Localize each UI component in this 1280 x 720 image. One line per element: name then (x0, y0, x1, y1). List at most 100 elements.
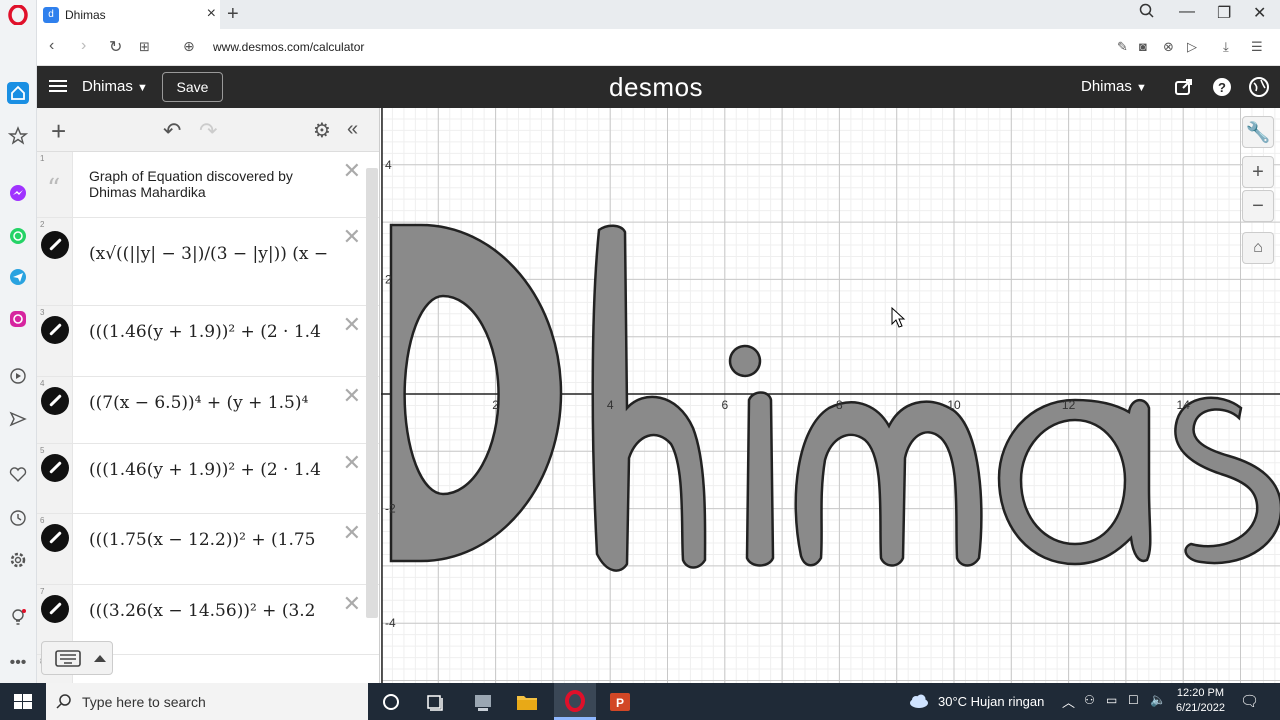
delete-expression-icon[interactable]: ✕ (343, 383, 361, 409)
expression-math[interactable]: (x√((||y| − 3|)/(3 − |y|)) (x − √(9 − y²… (89, 244, 332, 264)
home-icon[interactable] (7, 82, 29, 104)
help-icon[interactable]: ? (1211, 76, 1233, 98)
reload-icon[interactable]: ↻ (109, 37, 122, 57)
task-view-icon[interactable] (422, 689, 448, 715)
forward-icon[interactable]: › (81, 37, 86, 55)
star-icon[interactable] (7, 125, 29, 147)
lightbulb-icon[interactable] (7, 606, 29, 628)
restore-icon[interactable]: ❐ (1217, 3, 1231, 23)
battery-icon[interactable]: ▭ (1106, 693, 1117, 707)
add-item-icon[interactable]: + (51, 116, 66, 147)
expression-math[interactable]: (((1.75(x − 12.2))² + (1.75 (89, 530, 332, 550)
chevron-up-icon[interactable]: ︿ (1062, 692, 1075, 711)
letter-i-stem-shape[interactable] (745, 391, 775, 567)
graph-canvas[interactable]: 0246810121442-2-4 (372, 108, 1280, 683)
file-explorer-icon[interactable] (514, 689, 540, 715)
delete-expression-icon[interactable]: ✕ (343, 158, 361, 184)
graph-paper[interactable]: 0246810121442-2-4 (372, 108, 1280, 683)
delete-expression-icon[interactable]: ✕ (343, 450, 361, 476)
expression-item[interactable]: 3 (((1.46(y + 1.9))² + (2 · 1.4 ✕ (37, 306, 379, 377)
gear-icon[interactable]: ⚙ (313, 118, 331, 143)
save-button[interactable]: Save (162, 72, 223, 102)
tab-dhimas[interactable]: d Dhimas × (37, 0, 220, 29)
close-window-icon[interactable]: ✕ (1253, 3, 1266, 23)
heart-icon[interactable] (7, 464, 29, 486)
taskbar-search-box[interactable]: Type here to search (46, 683, 368, 720)
system-clock[interactable]: 12:20 PM 6/21/2022 (1176, 686, 1225, 716)
download-icon[interactable]: ⤓ (1223, 39, 1229, 55)
minimize-icon[interactable]: — (1179, 3, 1195, 21)
zoom-in-icon[interactable]: + (1242, 156, 1274, 188)
volume-icon[interactable]: 🔈 (1150, 692, 1166, 708)
visibility-toggle-icon[interactable] (41, 231, 69, 259)
letter-s-shape[interactable] (1174, 396, 1280, 565)
expression-math[interactable]: ((7(x − 6.5))⁴ + (y + 1.5)⁴ (89, 393, 332, 413)
expression-item[interactable]: 5 (((1.46(y + 1.9))² + (2 · 1.4 ✕ (37, 444, 379, 514)
graph-title-dropdown[interactable]: Dhimas ▼ (82, 78, 148, 95)
letter-i-dot-shape[interactable] (728, 344, 762, 378)
language-globe-icon[interactable] (1248, 76, 1270, 98)
redo-icon[interactable]: ↷ (199, 118, 217, 144)
zoom-out-icon[interactable]: − (1242, 190, 1274, 222)
url-field[interactable]: www.desmos.com/calculator (213, 40, 364, 54)
player-icon[interactable] (7, 365, 29, 387)
speed-dial-icon[interactable]: ⊞ (139, 39, 150, 55)
letter-a-shape[interactable] (997, 398, 1152, 566)
delete-expression-icon[interactable]: ✕ (343, 224, 361, 250)
note-item[interactable]: 1 “ Graph of Equation discovered by Dhimas… (37, 152, 379, 218)
collapse-panel-icon[interactable]: « (347, 118, 358, 141)
share-icon[interactable]: ▷ (1187, 39, 1197, 55)
visibility-toggle-icon[interactable] (41, 316, 69, 344)
visibility-toggle-icon[interactable] (41, 524, 69, 552)
keypad-toggle-button[interactable] (41, 641, 113, 675)
opera-taskbar-icon[interactable] (554, 683, 596, 720)
hamburger-menu-icon[interactable] (49, 77, 67, 95)
network-icon[interactable]: ☐ (1128, 693, 1139, 707)
new-tab-icon[interactable]: + (227, 3, 239, 26)
quote-icon: “ (47, 174, 61, 204)
note-text[interactable]: Graph of Equation discovered by Dhimas M… (89, 168, 332, 200)
more-icon[interactable]: ••• (7, 652, 29, 674)
instagram-icon[interactable] (7, 308, 29, 330)
graph-settings-wrench-icon[interactable]: 🔧 (1242, 116, 1274, 148)
visibility-toggle-icon[interactable] (41, 454, 69, 482)
opera-logo-icon[interactable] (7, 4, 29, 26)
weather-text[interactable]: 30°C Hujan ringan (938, 694, 1044, 709)
delete-expression-icon[interactable]: ✕ (343, 312, 361, 338)
undo-icon[interactable]: ↶ (163, 118, 181, 144)
delete-expression-icon[interactable]: ✕ (343, 520, 361, 546)
back-icon[interactable]: ‹ (49, 37, 54, 55)
expression-item[interactable]: 2 (x√((||y| − 3|)/(3 − |y|)) (x − √(9 − y… (37, 218, 379, 306)
people-icon[interactable]: ⚇ (1084, 693, 1095, 707)
expression-scrollbar[interactable] (366, 168, 378, 618)
visibility-toggle-icon[interactable] (41, 387, 69, 415)
notifications-icon[interactable]: 🗨 (1240, 692, 1259, 710)
share-graph-icon[interactable] (1173, 76, 1195, 98)
whatsapp-icon[interactable] (7, 225, 29, 247)
user-menu-dropdown[interactable]: Dhimas ▼ (1081, 78, 1147, 95)
history-icon[interactable] (7, 507, 29, 529)
visibility-toggle-icon[interactable] (41, 595, 69, 623)
expression-math[interactable]: (((1.46(y + 1.9))² + (2 · 1.4 (89, 460, 332, 480)
adblock-icon[interactable]: ⊗ (1163, 39, 1174, 55)
edit-icon[interactable]: ✎ (1117, 39, 1128, 55)
messenger-icon[interactable] (7, 182, 29, 204)
powerpoint-icon[interactable]: P (607, 689, 633, 715)
cortana-icon[interactable] (378, 689, 404, 715)
network-app-icon[interactable] (470, 689, 496, 715)
expression-math[interactable]: (((3.26(x − 14.56))² + (3.2 (89, 601, 332, 621)
expression-math[interactable]: (((1.46(y + 1.9))² + (2 · 1.4 (89, 322, 332, 342)
menu-icon[interactable]: ☰ (1251, 39, 1263, 55)
windows-start-icon[interactable] (10, 689, 36, 715)
expression-item[interactable]: 6 (((1.75(x − 12.2))² + (1.75 ✕ (37, 514, 379, 585)
camera-icon[interactable]: ◙ (1139, 39, 1147, 54)
letter-d-shape[interactable] (389, 223, 563, 563)
send-icon[interactable] (7, 408, 29, 430)
home-view-icon[interactable]: ⌂ (1242, 232, 1274, 264)
expression-item[interactable]: 4 ((7(x − 6.5))⁴ + (y + 1.5)⁴ ✕ (37, 377, 379, 444)
close-tab-icon[interactable]: × (207, 5, 216, 23)
search-icon[interactable] (1139, 3, 1155, 24)
telegram-icon[interactable] (7, 266, 29, 288)
settings-icon[interactable] (7, 549, 29, 571)
delete-expression-icon[interactable]: ✕ (343, 591, 361, 617)
